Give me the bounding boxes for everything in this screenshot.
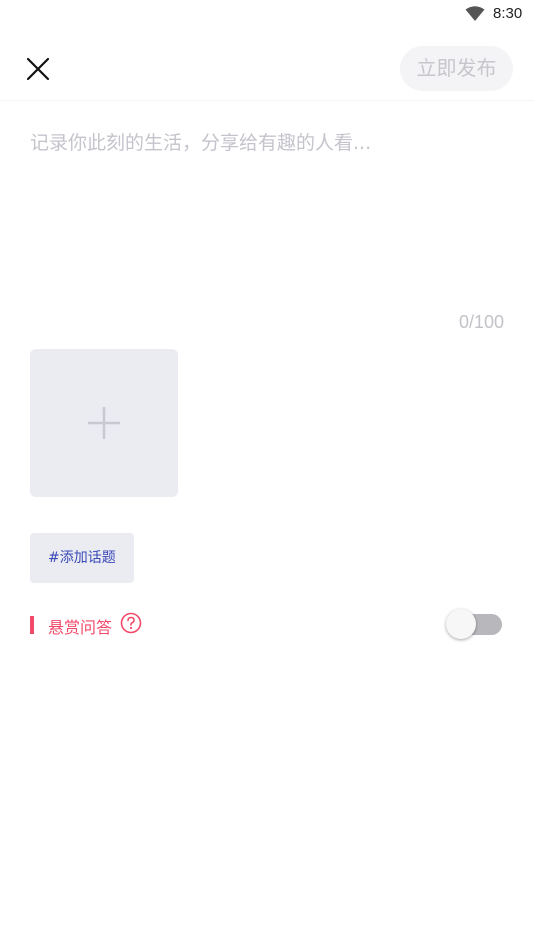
reward-qa-label: 悬赏问答 — [48, 618, 113, 637]
wifi-icon — [465, 6, 485, 21]
plus-icon — [88, 407, 120, 439]
add-topic-button[interactable]: #添加话题 — [30, 533, 134, 583]
reward-qa-row: 悬赏问答 — [30, 605, 504, 645]
toggle-knob — [446, 609, 476, 639]
post-content-input[interactable] — [30, 128, 505, 298]
divider — [0, 100, 534, 101]
add-image-button[interactable] — [30, 349, 178, 497]
publish-button[interactable]: 立即发布 — [400, 46, 513, 91]
question-circle-icon[interactable] — [120, 612, 142, 634]
reward-qa-toggle[interactable] — [446, 609, 502, 639]
status-bar: 8:30 — [0, 0, 534, 28]
status-time: 8:30 — [493, 5, 523, 22]
toolbar: 立即发布 — [0, 40, 534, 100]
reward-accent-bar — [30, 616, 34, 634]
char-count: 0/100 — [458, 312, 504, 332]
close-icon[interactable] — [24, 55, 52, 83]
